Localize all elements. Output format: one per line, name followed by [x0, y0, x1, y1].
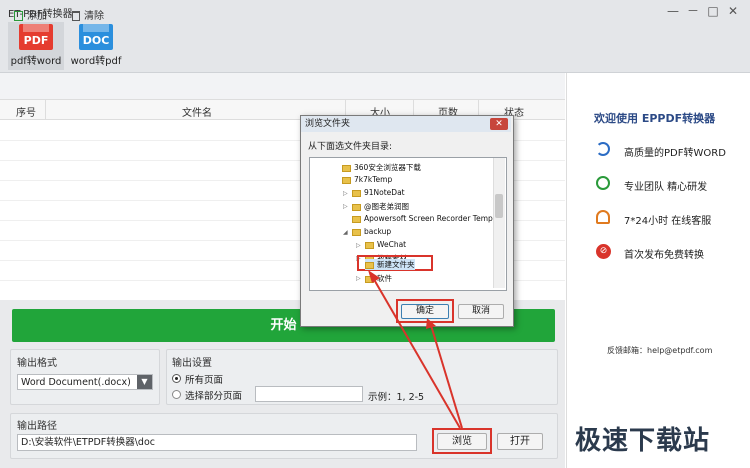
arrow-to-ok [429, 321, 463, 429]
arrowhead [368, 270, 380, 283]
annotation-arrows [368, 270, 463, 429]
arrow-to-folder [371, 275, 461, 429]
arrowhead [426, 318, 436, 329]
